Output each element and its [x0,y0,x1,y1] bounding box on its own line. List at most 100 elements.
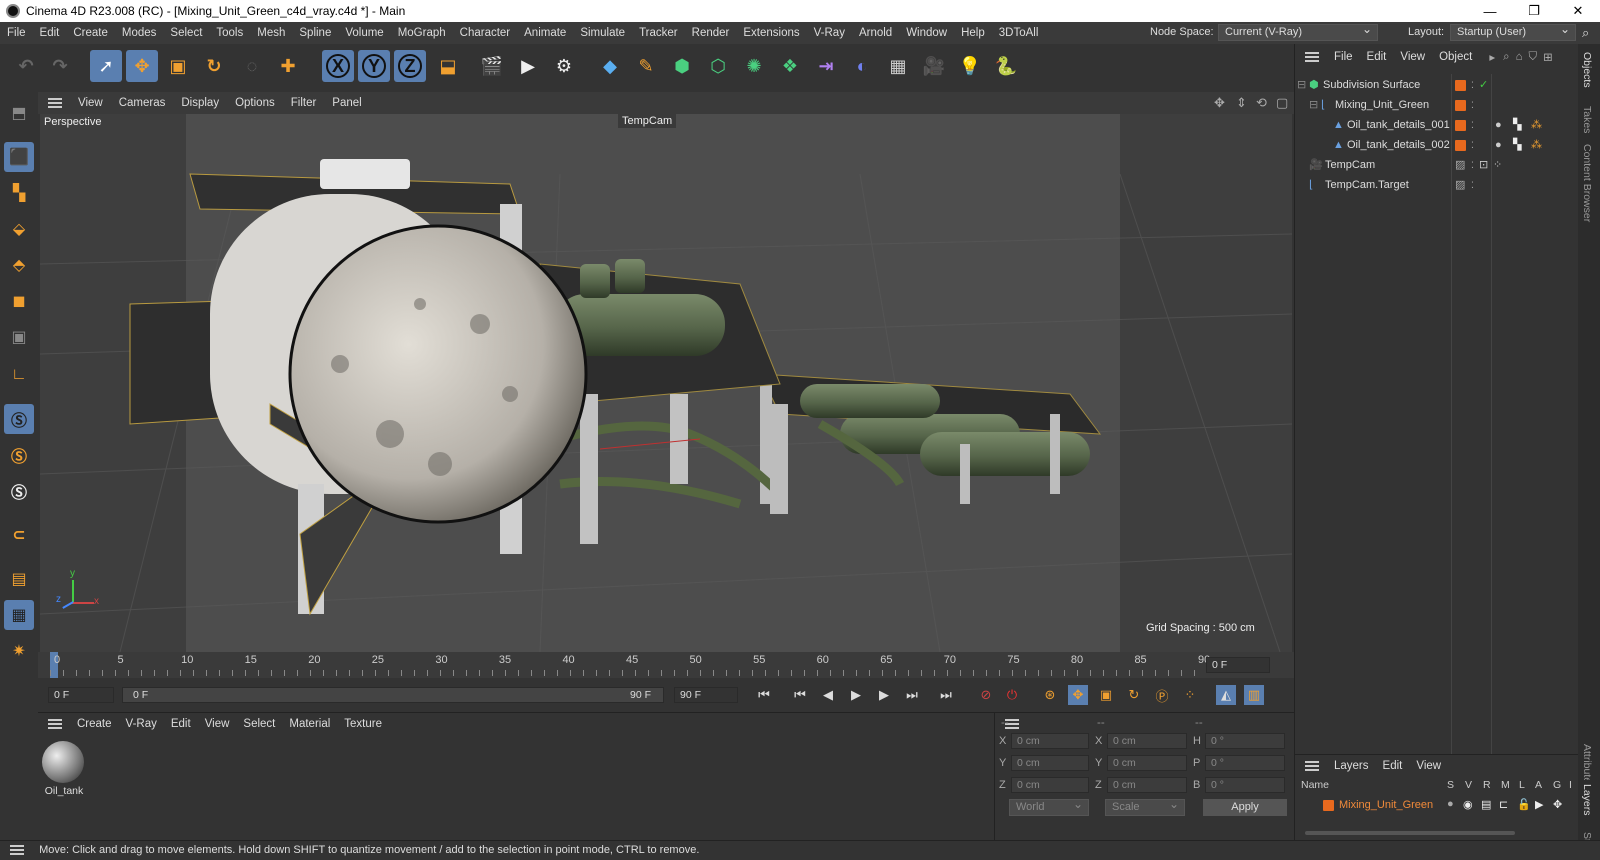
layer-solo-icon[interactable]: ● [1447,798,1454,810]
object-row-tempcam-target[interactable]: ⌊ TempCam.Target ▨ ⁚ [1295,176,1565,195]
deformer-icon[interactable]: ⇥ [810,50,842,82]
menu-spline[interactable]: Spline [292,22,338,44]
viewport-menu-filter[interactable]: Filter [283,97,325,109]
collapse-icon[interactable]: ⊟ [1297,76,1306,95]
locked-workplane-icon[interactable]: ▦ [4,600,34,630]
menu-create[interactable]: Create [66,22,115,44]
menu-simulate[interactable]: Simulate [573,22,632,44]
layer-slot-icon[interactable]: ▨ [1455,156,1465,175]
layer-manager-icon[interactable]: ⊏ [1499,798,1508,811]
tab-layers[interactable]: Layers [1581,784,1593,816]
extrude-icon[interactable]: ⬡ [702,50,734,82]
node-space-select[interactable]: Current (V-Ray) [1218,22,1378,41]
tab-attributes[interactable]: Attributes [1581,744,1593,780]
quantize-icon[interactable]: Ⓢ [4,476,34,506]
key-pla-icon[interactable]: ⁘ [1180,685,1200,705]
pos-y-field[interactable]: 0 cm [1011,755,1089,771]
start-frame-field[interactable]: 0 F [48,687,114,703]
timeline-icon[interactable]: ▥ [1244,685,1264,705]
objects-home-icon[interactable]: ⌂ [1516,51,1523,63]
layers-scrollbar[interactable] [1305,831,1515,835]
object-row-subdivision-surface[interactable]: ⊟ ⬢ Subdivision Surface ⁚ ✓ [1295,76,1565,95]
field-icon[interactable]: ◐ [846,50,878,82]
menu-character[interactable]: Character [453,22,518,44]
visibility-dots-icon[interactable]: ⁚ [1471,156,1474,175]
menu-help[interactable]: Help [954,22,992,44]
objects-menu-object[interactable]: Object [1432,51,1479,63]
visibility-dots-icon[interactable]: ⁚ [1471,96,1474,115]
cube-icon[interactable]: ◆ [594,50,626,82]
snap-icon[interactable]: Ⓢ [4,404,34,434]
material-tag-icon[interactable]: ● [1495,136,1502,155]
timeline-ruler[interactable]: 0 5 10 15 20 25 30 35 40 45 50 55 60 65 70 75 80 85 90 0 F [38,652,1294,678]
viewport-menu-display[interactable]: Display [173,97,227,109]
layer-slot-icon[interactable]: ▨ [1455,176,1465,195]
close-button[interactable]: ✕ [1556,0,1600,22]
x-axis-lock-button[interactable]: X [322,50,354,82]
objects-new-panel-icon[interactable]: ⊞ [1543,50,1553,64]
camera-icon[interactable]: 🎥 [918,50,950,82]
search-icon[interactable]: ⌕ [1582,25,1589,41]
visibility-dots-icon[interactable]: ⁚ [1471,176,1474,195]
material-menu-vray[interactable]: V-Ray [119,718,164,730]
rot-h-field[interactable]: 0 ° [1205,733,1285,749]
make-editable-icon[interactable]: ⬒ [4,98,34,128]
snap-settings-icon[interactable]: Ⓢ [4,440,34,470]
size-x-field[interactable]: 0 cm [1107,733,1187,749]
phong-tag-icon[interactable]: ⁂ [1531,136,1542,155]
camera-name-label[interactable]: TempCam [618,114,677,128]
size-mode-select[interactable]: Scale [1105,797,1185,816]
go-to-end-icon[interactable]: ⏭ [936,685,956,705]
model-mode-icon[interactable]: ⬛ [4,142,34,172]
pos-z-field[interactable]: 0 cm [1011,777,1089,793]
viewport-maximize-icon[interactable]: ▢ [1276,95,1288,111]
rot-b-field[interactable]: 0 ° [1205,777,1285,793]
size-y-field[interactable]: 0 cm [1107,755,1187,771]
visibility-dots-icon[interactable]: ⁚ [1471,116,1474,135]
floor-icon[interactable]: ▦ [882,50,914,82]
tab-takes[interactable]: Takes [1581,106,1593,133]
objects-menu-icon[interactable] [1305,52,1319,62]
viewport-menu-options[interactable]: Options [227,97,283,109]
next-key-icon[interactable]: ⏭ [902,685,922,705]
objects-search-icon[interactable]: ⌕ [1503,51,1509,64]
material-menu-view[interactable]: View [198,718,237,730]
pen-spline-icon[interactable]: ✎ [630,50,662,82]
layer-color-swatch[interactable] [1455,80,1466,91]
layer-generator-icon[interactable]: ✥ [1553,798,1562,811]
viewport-menu-icon[interactable] [48,98,62,108]
camera-tag-icon[interactable]: ⁘ [1493,156,1502,175]
move-tool-icon[interactable]: ✥ [126,50,158,82]
viewport-menu-cameras[interactable]: Cameras [111,97,174,109]
render-settings-icon[interactable]: ⚙ [548,50,580,82]
add-object-icon[interactable]: ✚ [272,50,304,82]
play-icon[interactable]: ▶ [846,685,866,705]
layer-animation-icon[interactable]: ▶ [1535,798,1543,811]
planar-workplane-icon[interactable]: ✷ [4,636,34,666]
edges-mode-icon[interactable]: ⬘ [4,250,34,280]
layer-lock-icon[interactable]: 🔓 [1517,798,1531,811]
texture-tag-icon[interactable]: ▚ [1513,136,1521,155]
light-icon[interactable]: 💡 [954,50,986,82]
menu-mesh[interactable]: Mesh [250,22,292,44]
workplane-icon[interactable]: ▤ [4,564,34,594]
previous-key-icon[interactable]: ⏮ [790,685,810,705]
layer-color-swatch[interactable] [1455,120,1466,131]
objects-menu-file[interactable]: File [1327,51,1360,63]
viewport-rotate-icon[interactable]: ⟲ [1256,95,1267,111]
material-swatch[interactable]: Oil_tank [42,741,86,801]
menu-volume[interactable]: Volume [338,22,390,44]
minimize-button[interactable]: — [1468,0,1512,22]
render-picture-viewer-icon[interactable]: ▶ [512,50,544,82]
points-mode-icon[interactable]: ⬙ [4,214,34,244]
menu-file[interactable]: File [0,22,33,44]
menu-3dtoall[interactable]: 3DToAll [992,22,1046,44]
texture-mode-icon[interactable]: ▚ [4,178,34,208]
autokey-icon[interactable]: ⏻ [1002,685,1022,705]
redo-icon[interactable]: ↷ [44,50,76,82]
live-selection-icon[interactable]: ◌ [236,50,268,82]
collapse-icon[interactable]: ⊟ [1309,96,1318,115]
undo-icon[interactable]: ↶ [10,50,42,82]
material-menu-icon[interactable] [48,719,62,729]
viewport-move-icon[interactable]: ✥ [1214,95,1225,111]
